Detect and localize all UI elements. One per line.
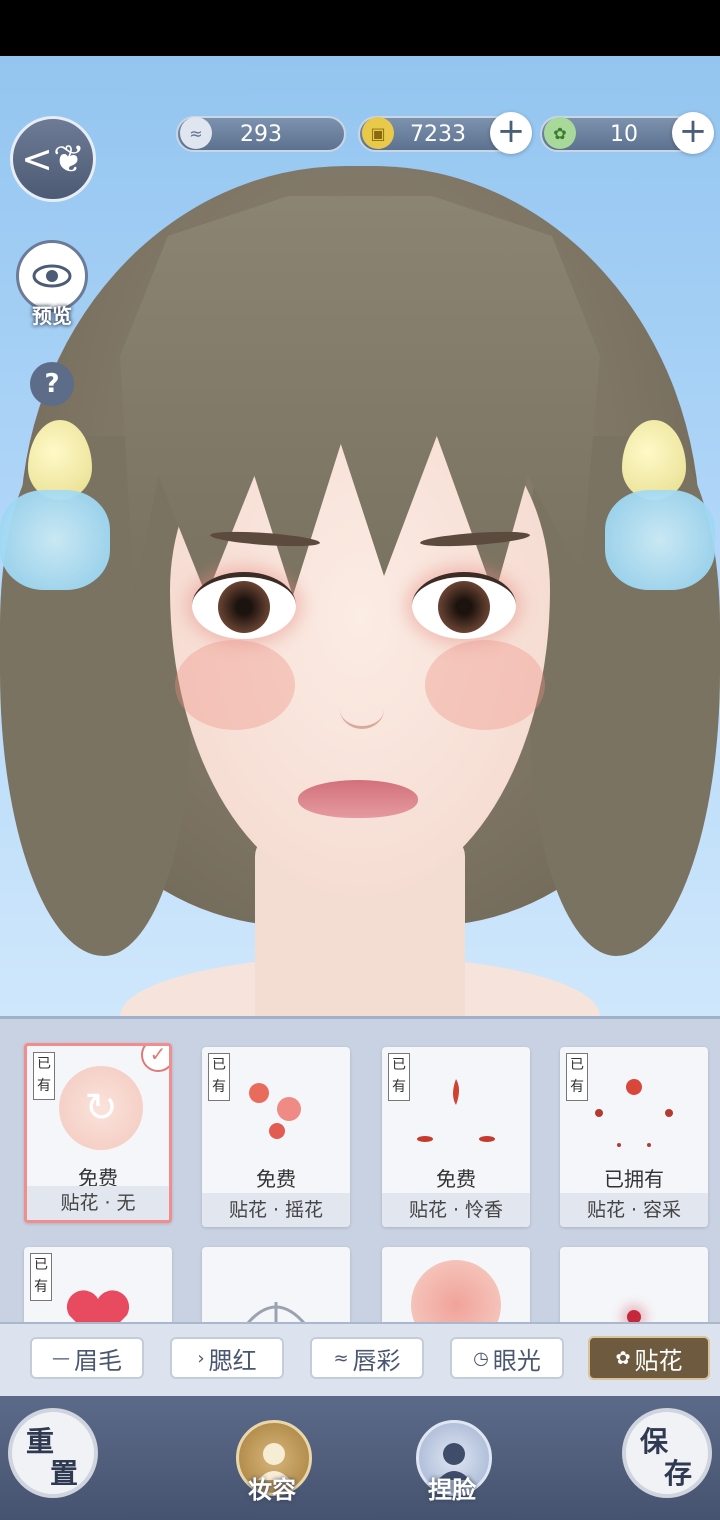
nose: [340, 690, 384, 729]
iris-left: [218, 581, 270, 633]
iris-right: [438, 581, 490, 633]
refresh-icon: ↻: [59, 1066, 143, 1150]
nose-blush-swatch: [411, 1260, 501, 1325]
coin-icon: ▣: [362, 117, 394, 149]
decal-item-none[interactable]: 已有 ↻ 免费 贴花 · 无 ✓: [24, 1043, 172, 1223]
tab-blush[interactable]: › 腮红: [170, 1337, 284, 1379]
silver-currency: ≈ 293: [176, 116, 346, 152]
add-jade-button[interactable]: +: [672, 112, 714, 154]
back-butterfly-icon: <❦: [21, 137, 85, 181]
tab-eye-light[interactable]: ◷ 眼光: [450, 1337, 564, 1379]
decal-icon: ✿: [615, 1347, 631, 1369]
decal-item-nose[interactable]: [382, 1247, 530, 1325]
item-price: 免费: [436, 1167, 476, 1191]
status-bar: [0, 0, 720, 56]
heart-decal-svg: [66, 1290, 130, 1325]
decal-none-thumb: ↻: [51, 1058, 151, 1158]
tab-eyebrows[interactable]: — 眉毛: [30, 1337, 144, 1379]
back-button[interactable]: <❦: [10, 116, 96, 202]
rongcai-decal-svg: [595, 1079, 673, 1147]
tab-decal[interactable]: ✿ 贴花: [588, 1336, 710, 1380]
ribbon-left: [0, 490, 110, 590]
decal-item-panel[interactable]: 已有 ↻ 免费 贴花 · 无 ✓ 已有 免费 贴花 · 摇花 已有 免费 贴花 …: [0, 1016, 720, 1325]
lianxiang-decal-icon: [406, 1059, 506, 1159]
item-name: 贴花 · 怜香: [382, 1193, 530, 1227]
reset-char-2: 置: [50, 1457, 79, 1490]
lips-icon: ≈: [333, 1347, 349, 1369]
preview-label: 预览: [32, 304, 72, 328]
tab-label: 眼光: [492, 1346, 541, 1375]
decal-item-silver-pattern[interactable]: [202, 1247, 350, 1325]
tab-label: 腮红: [208, 1346, 257, 1375]
item-name: 贴花 · 无: [27, 1186, 169, 1220]
eye-right: [412, 572, 516, 639]
rongcai-decal-icon: [584, 1059, 684, 1159]
decal-item-heart[interactable]: 已有: [24, 1247, 172, 1325]
bottom-action-bar: 重 置 妆容 捏脸 保 存: [0, 1396, 720, 1520]
flower-decal-icon: [226, 1059, 326, 1159]
silver-pattern-decal-icon: [226, 1267, 326, 1325]
item-name: 贴花 · 摇花: [202, 1193, 350, 1227]
eye-light-icon: ◷: [473, 1347, 489, 1369]
help-button[interactable]: ?: [30, 362, 74, 406]
add-coins-button[interactable]: +: [490, 112, 532, 154]
tab-lipstick[interactable]: ≈ 唇彩: [310, 1337, 424, 1379]
heart-decal-icon: [48, 1267, 148, 1325]
nose-blush-decal-icon: [406, 1255, 506, 1325]
selected-check-icon: ✓: [141, 1046, 169, 1072]
decal-item-rongcai[interactable]: 已有 已拥有 贴花 · 容采: [560, 1047, 708, 1227]
item-name: 贴花 · 容采: [560, 1193, 708, 1227]
silver-pattern-decal-svg: [244, 1302, 308, 1325]
decal-item-lianxiang[interactable]: 已有 免费 贴花 · 怜香: [382, 1047, 530, 1227]
decal-item-dot[interactable]: [560, 1247, 708, 1325]
decal-item-yaohua[interactable]: 已有 免费 贴花 · 摇花: [202, 1047, 350, 1227]
brow-icon: —: [52, 1347, 70, 1369]
item-price: 免费: [256, 1167, 296, 1191]
tab-label: 眉毛: [74, 1346, 122, 1375]
lianxiang-decal-svg: [417, 1079, 495, 1142]
jade-icon: ✿: [544, 117, 576, 149]
tab-label: 唇彩: [352, 1346, 401, 1375]
makeup-mode-label: 妆容: [248, 1475, 296, 1504]
dot-decal-icon: [584, 1267, 684, 1325]
save-button[interactable]: 保 存: [622, 1408, 712, 1498]
tab-label: 贴花: [634, 1346, 683, 1375]
reset-button[interactable]: 重 置: [8, 1408, 98, 1498]
item-price: 已拥有: [604, 1167, 664, 1191]
blush-left: [175, 640, 295, 730]
ribbon-right: [605, 490, 715, 590]
eye-left: [192, 572, 296, 639]
lips: [298, 780, 418, 818]
save-char-2: 存: [664, 1457, 693, 1490]
silver-icon: ≈: [180, 117, 212, 149]
flower-decal-svg: [249, 1083, 301, 1139]
face-shape-mode-label: 捏脸: [428, 1475, 476, 1504]
blush-right: [425, 640, 545, 730]
blush-icon: ›: [197, 1347, 205, 1369]
makeup-category-tabs: — 眉毛 › 腮红 ≈ 唇彩 ◷ 眼光 ✿ 贴花: [0, 1322, 720, 1398]
eye-icon: [32, 264, 72, 288]
